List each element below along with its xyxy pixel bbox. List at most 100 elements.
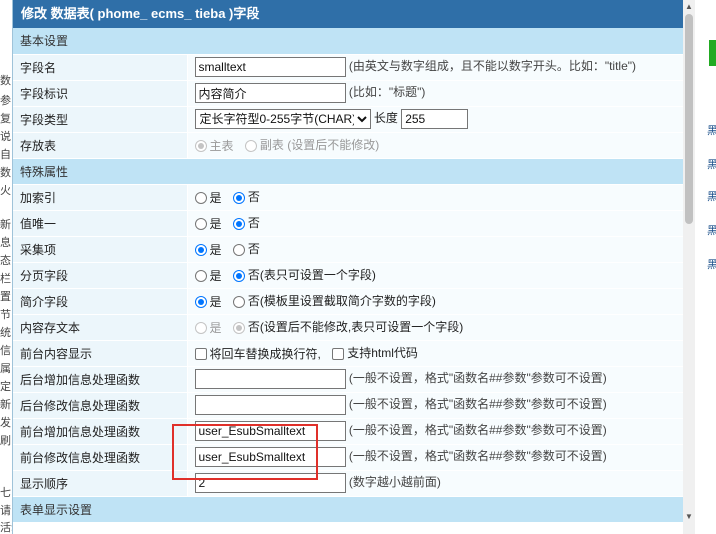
store-main-radio[interactable] [194,139,207,152]
bg-text: 黑 [707,159,716,171]
field-type-select[interactable]: 定长字符型0-255字节(CHAR) [194,109,371,129]
row-paging: 分页字段 是 否(表只可设置一个字段) [13,262,683,289]
field-name-label: 字段名 [13,54,188,81]
unique-label: 值唯一 [13,210,188,237]
newline-checkbox[interactable] [194,347,207,360]
savetext-yes-radio[interactable] [194,321,207,334]
field-tag-input[interactable] [194,83,346,103]
newline-label: 将回车替换成换行符, [209,347,321,362]
summary-label: 简介字段 [13,288,188,315]
bg-text: 数 [0,75,11,87]
order-label: 显示顺序 [13,470,188,497]
bg-text: 信 [0,345,11,357]
fr-edit-cell: (一般不设置，格式"函数名##参数"参数可不设置) [187,444,683,471]
collect-yes-radio[interactable] [194,243,207,256]
paging-no-radio[interactable] [232,269,245,282]
bk-add-input[interactable] [194,369,346,389]
section-form: 表单显示设置 [13,496,683,523]
index-yes-radio[interactable] [194,191,207,204]
fr-edit-label: 前台修改信息处理函数 [13,444,188,471]
index-no-radio[interactable] [232,191,245,204]
html-checkbox[interactable] [332,347,345,360]
order-input[interactable] [194,473,346,493]
bg-text: 黑 [707,259,716,271]
store-sub-radio[interactable] [244,139,257,152]
summary-cell: 是 否(模板里设置截取简介字数的字段) [187,288,683,315]
bg-text: 参 [0,95,11,107]
row-display: 前台内容显示 将回车替换成换行符, 支持html代码 [13,340,683,367]
bk-add-note: (一般不设置，格式"函数名##参数"参数可不设置) [348,371,607,386]
bg-text: 发 [0,417,11,429]
store-table-cell: 主表 副表 (设置后不能修改) [187,132,683,159]
dialog-title: 修改 数据表( phome_ ecms_ tieba )字段 [13,0,683,28]
unique-no-radio[interactable] [232,217,245,230]
field-name-note: (由英文与数字组成，且不能以数字开头。比如："title") [348,59,637,74]
bg-text: 属 [0,363,11,375]
row-fr-add: 前台增加信息处理函数 (一般不设置，格式"函数名##参数"参数可不设置) [13,418,683,445]
row-field-tag: 字段标识 (比如："标题") [13,80,683,107]
bg-text: 火 [0,185,11,197]
index-yes-label: 是 [209,191,222,206]
paging-no-label: 否(表只可设置一个字段) [247,267,376,282]
order-note: (数字越小越前面) [348,475,441,490]
collect-label: 采集项 [13,236,188,263]
row-unique: 值唯一 是 否 [13,210,683,237]
index-no-label: 否 [247,189,260,204]
html-label: 支持html代码 [347,345,418,360]
scroll-up-icon[interactable]: ▲ [685,2,693,11]
length-input[interactable] [401,109,469,129]
fr-add-cell: (一般不设置，格式"函数名##参数"参数可不设置) [187,418,683,445]
row-index: 加索引 是 否 [13,184,683,211]
store-note: (设置后不能修改) [287,137,380,152]
field-name-input[interactable] [194,57,346,77]
savetext-yes-label: 是 [209,321,222,336]
background-green-strip [709,40,716,66]
section-special-label: 特殊属性 [13,158,683,185]
fr-add-input[interactable] [194,421,346,441]
fr-add-label: 前台增加信息处理函数 [13,418,188,445]
bg-text: 活动调 [0,522,12,534]
savetext-no-radio[interactable] [232,321,245,334]
collect-no-radio[interactable] [232,243,245,256]
bg-text: 黑 [707,125,716,137]
display-label: 前台内容显示 [13,340,188,367]
bk-edit-label: 后台修改信息处理函数 [13,392,188,419]
bk-add-label: 后台增加信息处理函数 [13,366,188,393]
bg-text: 置 [0,291,11,303]
bg-text: 栏 [0,273,11,285]
edit-field-dialog: 修改 数据表( phome_ ecms_ tieba )字段 基本设置 字段名 … [12,0,695,534]
summary-no-radio[interactable] [232,295,245,308]
fr-add-note: (一般不设置，格式"函数名##参数"参数可不设置) [348,423,607,438]
bg-text: 数 [0,167,11,179]
bk-edit-input[interactable] [194,395,346,415]
display-cell: 将回车替换成换行符, 支持html代码 [187,340,683,367]
vertical-scrollbar[interactable]: ▲ ▼ [683,0,695,534]
bg-text: 新 [0,399,11,411]
length-label: 长度 [373,111,398,126]
row-order: 显示顺序 (数字越小越前面) [13,470,683,497]
unique-yes-radio[interactable] [194,217,207,230]
index-label: 加索引 [13,184,188,211]
bk-edit-note: (一般不设置，格式"函数名##参数"参数可不设置) [348,397,607,412]
bg-text: 七 [0,487,11,499]
bg-text: 节 [0,309,11,321]
collect-cell: 是 否 [187,236,683,263]
row-summary: 简介字段 是 否(模板里设置截取简介字数的字段) [13,288,683,315]
scroll-down-icon[interactable]: ▼ [685,512,693,521]
bk-edit-cell: (一般不设置，格式"函数名##参数"参数可不设置) [187,392,683,419]
bg-text: 自 [0,149,11,161]
section-basic-label: 基本设置 [13,28,683,55]
fr-edit-note: (一般不设置，格式"函数名##参数"参数可不设置) [348,449,607,464]
summary-yes-radio[interactable] [194,295,207,308]
unique-cell: 是 否 [187,210,683,237]
savetext-no-label: 否(设置后不能修改,表只可设置一个字段) [247,319,464,334]
field-tag-note: (比如："标题") [348,85,426,100]
scrollbar-thumb[interactable] [685,14,693,224]
bg-text: 黑 [707,225,716,237]
bg-text: 态 [0,255,11,267]
section-special: 特殊属性 [13,158,683,185]
fr-edit-input[interactable] [194,447,346,467]
field-type-label: 字段类型 [13,106,188,133]
paging-label: 分页字段 [13,262,188,289]
paging-yes-radio[interactable] [194,269,207,282]
